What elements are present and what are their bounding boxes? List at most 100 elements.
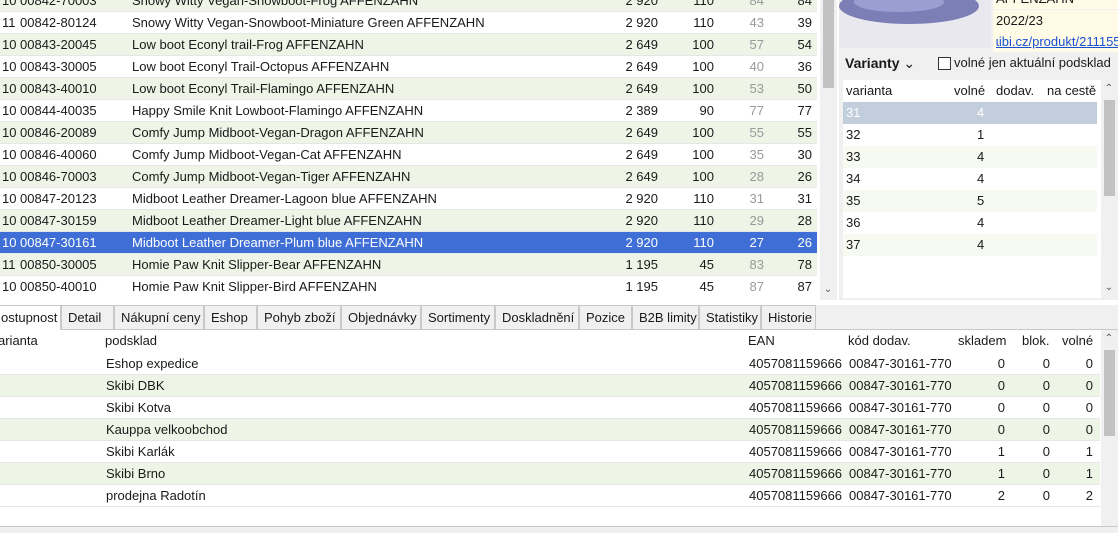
stock-cell-supplier-code: 00847-30161-770 <box>849 400 952 415</box>
product-cell-qty: 110 <box>693 0 714 8</box>
variant-free: 4 <box>977 215 985 230</box>
header-free[interactable]: volné <box>954 80 985 102</box>
product-row[interactable]: 10 00846-70003 Comfy Jump Midboot-Vegan-Ti… <box>0 166 817 188</box>
tab-statistiky[interactable]: Statistiky <box>699 305 761 329</box>
variants-scroll-thumb[interactable] <box>1104 100 1115 196</box>
tab-nákupní-ceny[interactable]: Nákupní ceny <box>114 305 204 329</box>
variants-list[interactable]: 31 4 32 1 33 4 34 4 35 5 36 4 37 4 <box>843 102 1101 298</box>
tab-historie[interactable]: Historie <box>761 305 816 329</box>
stock-cell-ean: 4057081159666 <box>749 378 843 393</box>
stock-header-blocked[interactable]: blok. <box>1022 330 1049 352</box>
tab-ostupnost[interactable]: ostupnost <box>0 305 61 330</box>
scroll-up-arrow-icon[interactable]: ⌃ <box>1101 333 1117 344</box>
tab-objednávky[interactable]: Objednávky <box>341 305 421 329</box>
product-cell-a: 40 <box>749 59 764 74</box>
variants-title-label: Varianty <box>845 55 900 71</box>
current-warehouse-checkbox[interactable] <box>938 57 951 70</box>
variants-title[interactable]: Varianty ⌄ <box>845 55 915 72</box>
stock-grid[interactable]: arianta podsklad EAN kód dodav. skladem blok.… <box>0 330 1100 530</box>
stock-cell-warehouse: Kauppa velkoobchod <box>106 422 228 437</box>
stock-cell-ean: 4057081159666 <box>749 444 843 459</box>
stock-header-variant[interactable]: arianta <box>0 330 38 352</box>
variant-free: 4 <box>977 105 985 120</box>
header-transit[interactable]: na cestě <box>1047 80 1096 102</box>
product-cell-grp: 10 <box>2 279 17 294</box>
product-cell-grp: 11 <box>2 15 16 30</box>
stock-row[interactable]: Skibi Brno 4057081159666 00847-30161-770 1 0… <box>0 463 1100 485</box>
stock-header-ean[interactable]: EAN <box>748 330 775 352</box>
product-row[interactable]: 10 00847-30161 Midboot Leather Dreamer-Plu… <box>0 232 817 254</box>
product-cell-code: 00843-30005 <box>20 59 97 74</box>
variant-row[interactable]: 37 4 <box>843 234 1097 256</box>
product-cell-b: 50 <box>797 81 812 96</box>
stock-cell-free: 1 <box>1085 466 1093 481</box>
product-row[interactable]: 10 00850-40010 Homie Paw Knit Slipper-Bird… <box>0 276 817 296</box>
scroll-down-arrow-icon[interactable]: ⌄ <box>1101 282 1117 293</box>
product-row[interactable]: 10 00842-70003 Snowy Witty Vegan-Snowboot-… <box>0 0 817 12</box>
stock-row[interactable]: prodejna Radotín 4057081159666 00847-30161… <box>0 485 1100 507</box>
product-cell-name: Low boot Econyl trail-Frog AFFENZAHN <box>132 37 364 52</box>
product-row[interactable]: 10 00847-20123 Midboot Leather Dreamer-Lag… <box>0 188 817 210</box>
tab-pozice[interactable]: Pozice <box>579 305 632 329</box>
product-cell-qty: 45 <box>699 257 714 272</box>
product-row[interactable]: 10 00844-40035 Happy Smile Knit Lowboot-Fl… <box>0 100 817 122</box>
stock-cell-supplier-code: 00847-30161-770 <box>849 356 952 371</box>
stock-row[interactable]: Skibi DBK 4057081159666 00847-30161-770 0 0 0 <box>0 375 1100 397</box>
product-link[interactable]: ɩibi.cz/produkt/211155 <box>993 31 1118 52</box>
product-cell-grp: 10 <box>2 235 17 250</box>
product-cell-qty: 90 <box>699 103 714 118</box>
stock-row[interactable]: Kauppa velkoobchod 4057081159666 00847-301… <box>0 419 1100 441</box>
stock-row[interactable]: Skibi Kotva 4057081159666 00847-30161-770 0… <box>0 397 1100 419</box>
stock-header-free[interactable]: volné <box>1062 330 1093 352</box>
product-row[interactable]: 10 00843-20045 Low boot Econyl trail-Frog … <box>0 34 817 56</box>
variant-row[interactable]: 33 4 <box>843 146 1097 168</box>
tab-pohyb-zboží[interactable]: Pohyb zboží <box>257 305 341 329</box>
variant-row[interactable]: 31 4 <box>843 102 1097 124</box>
product-cell-code: 00843-40010 <box>20 81 97 96</box>
product-grid-scroll-thumb[interactable] <box>823 0 834 88</box>
product-cell-grp: 10 <box>2 0 17 8</box>
product-row[interactable]: 10 00846-40060 Comfy Jump Midboot-Vegan-Ca… <box>0 144 817 166</box>
stock-header-in-stock[interactable]: skladem <box>958 330 1006 352</box>
tab-b2b-limity[interactable]: B2B limity <box>632 305 699 329</box>
stock-row[interactable]: Eshop expedice 4057081159666 00847-30161-7… <box>0 353 1100 375</box>
product-grid[interactable]: 10 00842-70003 Snowy Witty Vegan-Snowboot-… <box>0 0 817 296</box>
product-grid-scrollbar[interactable]: ⌄ <box>820 0 837 300</box>
scroll-up-arrow-icon[interactable]: ⌃ <box>1101 83 1117 94</box>
product-row[interactable]: 10 00846-20089 Comfy Jump Midboot-Vegan-Dr… <box>0 122 817 144</box>
tab-doskladnění[interactable]: Doskladnění <box>495 305 579 329</box>
variant-row[interactable]: 32 1 <box>843 124 1097 146</box>
tab-sortimenty[interactable]: Sortimenty <box>421 305 495 329</box>
header-supplier[interactable]: dodav. <box>996 80 1034 102</box>
variants-scrollbar[interactable]: ⌃ ⌄ <box>1101 80 1118 298</box>
product-cell-a: 84 <box>749 0 764 8</box>
stock-cell-warehouse: Skibi Kotva <box>106 400 172 415</box>
stock-cell-supplier-code: 00847-30161-770 <box>849 444 952 459</box>
tab-detail[interactable]: Detail <box>61 305 114 329</box>
scroll-down-arrow-icon[interactable]: ⌄ <box>820 284 836 295</box>
variant-size: 34 <box>846 171 861 186</box>
variant-row[interactable]: 36 4 <box>843 212 1097 234</box>
header-variant[interactable]: varianta <box>846 80 892 102</box>
product-row[interactable]: 11 00850-30005 Homie Paw Knit Slipper-Bear… <box>0 254 817 276</box>
product-row[interactable]: 10 00843-40010 Low boot Econyl Trail-Flami… <box>0 78 817 100</box>
product-cell-code: 00843-20045 <box>20 37 97 52</box>
stock-header-warehouse[interactable]: podsklad <box>105 330 157 352</box>
product-brand: AFFENZAHN <box>993 0 1118 9</box>
stock-grid-scrollbar[interactable]: ⌃ <box>1101 330 1118 532</box>
product-row[interactable]: 10 00843-30005 Low boot Econyl Trail-Octop… <box>0 56 817 78</box>
product-cell-price: 2 649 <box>625 125 658 140</box>
tab-eshop[interactable]: Eshop <box>204 305 257 329</box>
variant-row[interactable]: 34 4 <box>843 168 1097 190</box>
product-row[interactable]: 11 00842-80124 Snowy Witty Vegan-Snowboot-… <box>0 12 817 34</box>
stock-cell-free: 0 <box>1085 400 1093 415</box>
variant-row[interactable]: 35 5 <box>843 190 1097 212</box>
stock-scroll-thumb[interactable] <box>1104 350 1115 436</box>
product-cell-a: 57 <box>749 37 764 52</box>
stock-row[interactable]: Skibi Karlák 4057081159666 00847-30161-770… <box>0 441 1100 463</box>
product-cell-qty: 100 <box>692 125 714 140</box>
product-row[interactable]: 10 00847-30159 Midboot Leather Dreamer-Lig… <box>0 210 817 232</box>
stock-cell-in-stock: 0 <box>997 356 1005 371</box>
stock-header-supplier-code[interactable]: kód dodav. <box>848 330 911 352</box>
stock-cell-blocked: 0 <box>1042 356 1050 371</box>
